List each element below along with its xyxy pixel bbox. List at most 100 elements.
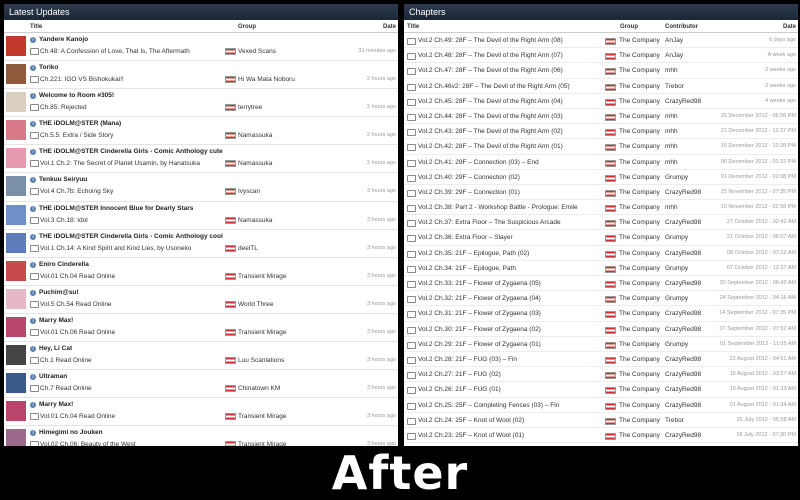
group-link[interactable]: Transient Mirage — [238, 273, 287, 280]
contributor-link[interactable]: mhh — [665, 128, 678, 135]
chapter-title-link[interactable]: Vol.2 Ch.48: 28F – The Devil of the Righ… — [418, 52, 563, 59]
chapter-link[interactable]: Ch.1 Read Online — [40, 357, 92, 364]
chapter-link[interactable]: Vol.1 Ch.2: The Secret of Planet Usamin,… — [40, 160, 200, 167]
chapter-link[interactable]: Ch.85: Rejected — [40, 104, 87, 111]
group-link[interactable]: The Company — [619, 234, 660, 241]
contributor-link[interactable]: Trebor — [665, 83, 684, 90]
group-link[interactable]: The Company — [619, 326, 660, 333]
chapter-link[interactable]: Vol.01 Ch.06 Read Online — [40, 329, 115, 336]
chapter-title-link[interactable]: Vol.2 Ch.43: 28F – The Devil of the Righ… — [418, 128, 563, 135]
info-icon[interactable]: i — [30, 65, 36, 72]
contributor-link[interactable]: Grumpy — [665, 234, 688, 241]
series-title-link[interactable]: Puchim@su! — [39, 289, 79, 296]
group-link[interactable]: The Company — [619, 204, 660, 211]
series-title-link[interactable]: Yandere Kanojo — [39, 36, 88, 43]
contributor-link[interactable]: mhh — [665, 159, 678, 166]
series-title-link[interactable]: Welcome to Room #305! — [39, 92, 114, 99]
chapter-title-link[interactable]: Vol.2 Ch.29: 21F – Flower of Zygaena (01… — [418, 341, 541, 348]
series-title-link[interactable]: Ultraman — [39, 373, 67, 380]
chapter-title-link[interactable]: Vol.2 Ch.28: 21F – FUG (03) – Fin — [418, 356, 517, 363]
contributor-link[interactable]: CrazyRed98 — [665, 356, 701, 363]
group-link[interactable]: The Company — [619, 250, 660, 257]
chapter-title-link[interactable]: Vol.2 Ch.24: 25F – Knot of Wool (02) — [418, 417, 524, 424]
group-link[interactable]: The Company — [619, 219, 660, 226]
series-thumbnail[interactable] — [6, 204, 26, 225]
group-link[interactable]: World Three — [238, 301, 274, 308]
info-icon[interactable]: i — [30, 430, 36, 437]
series-title-link[interactable]: Hey, Li Cat — [39, 345, 72, 352]
info-icon[interactable]: i — [30, 121, 36, 128]
chapter-link[interactable]: Ch.5.5: Extra / Side Story — [40, 132, 113, 139]
chapter-title-link[interactable]: Vol.2 Ch.39: 29F – Connection (01) — [418, 189, 520, 196]
contributor-link[interactable]: CrazyRed98 — [665, 250, 701, 257]
series-thumbnail[interactable] — [6, 260, 26, 281]
group-link[interactable]: The Company — [619, 402, 660, 409]
info-icon[interactable]: i — [30, 37, 36, 43]
contributor-link[interactable]: CrazyRed98 — [665, 326, 701, 333]
series-title-link[interactable]: Marry Max! — [39, 401, 73, 408]
contributor-link[interactable]: CrazyRed98 — [665, 98, 701, 105]
series-thumbnail[interactable] — [6, 64, 26, 85]
series-thumbnail[interactable] — [6, 120, 26, 141]
group-link[interactable]: terrytree — [238, 104, 262, 111]
series-thumbnail[interactable] — [6, 316, 26, 337]
series-title-link[interactable]: Marry Max! — [39, 317, 73, 324]
series-thumbnail[interactable] — [6, 232, 26, 253]
chapter-title-link[interactable]: Vol.2 Ch.45: 28F – The Devil of the Righ… — [418, 98, 563, 105]
group-link[interactable]: Hi Wa Mata Noboru — [238, 76, 295, 83]
chapter-title-link[interactable]: Vol.2 Ch.26: 21F – FUG (01) — [418, 386, 501, 393]
series-thumbnail[interactable] — [6, 373, 26, 394]
contributor-link[interactable]: CrazyRed98 — [665, 280, 701, 287]
column-title[interactable]: Title — [30, 24, 42, 30]
series-title-link[interactable]: THE iDOLM@STER Cinderella Girls - Comic … — [39, 233, 223, 240]
group-link[interactable]: The Company — [619, 37, 660, 44]
contributor-link[interactable]: Grumpy — [665, 174, 688, 181]
chapter-title-link[interactable]: Vol.2 Ch.25: 25F – Completing Fences (03… — [418, 402, 559, 409]
column-group[interactable]: Group — [238, 24, 256, 30]
chapter-link[interactable]: Vol.1 Ch.14: A Kind Spirit and Kind Lies… — [40, 245, 191, 252]
contributor-link[interactable]: Grumpy — [665, 295, 688, 302]
column-date[interactable]: Date — [783, 24, 796, 30]
group-link[interactable]: The Company — [619, 386, 660, 393]
info-icon[interactable]: i — [30, 317, 36, 324]
info-icon[interactable]: i — [30, 93, 36, 100]
group-link[interactable]: Luu Scanlations — [238, 357, 284, 364]
chapter-title-link[interactable]: Vol.2 Ch.37: Extra Floor – The Suspiciou… — [418, 219, 561, 226]
contributor-link[interactable]: CrazyRed98 — [665, 219, 701, 226]
series-title-link[interactable]: Tenkuu Seiryuu — [39, 176, 87, 183]
column-title[interactable]: Title — [407, 24, 419, 30]
series-title-link[interactable]: THE iDOLM@STER Cinderella Girls - Comic … — [39, 148, 223, 155]
chapter-title-link[interactable]: Vol.2 Ch.30: 21F – Flower of Zygaena (02… — [418, 326, 541, 333]
group-link[interactable]: Vexed Scans — [238, 48, 276, 55]
contributor-link[interactable]: mhh — [665, 143, 678, 150]
group-link[interactable]: The Company — [619, 174, 660, 181]
series-thumbnail[interactable] — [6, 345, 26, 366]
chapter-link[interactable]: Ch.7 Read Online — [40, 385, 92, 392]
group-link[interactable]: The Company — [619, 128, 660, 135]
group-link[interactable]: The Company — [619, 52, 660, 59]
group-link[interactable]: The Company — [619, 417, 660, 424]
group-link[interactable]: deelTL — [238, 245, 258, 252]
chapter-link[interactable]: Vol.3 Ch.18: Idol — [40, 217, 88, 224]
group-link[interactable]: The Company — [619, 280, 660, 287]
contributor-link[interactable]: Grumpy — [665, 341, 688, 348]
group-link[interactable]: The Company — [619, 143, 660, 150]
series-title-link[interactable]: THE iDOLM@STER (Mana) — [39, 120, 121, 127]
column-contributor[interactable]: Contributor — [665, 24, 698, 30]
series-title-link[interactable]: Eniro Cinderella — [39, 261, 89, 268]
group-link[interactable]: The Company — [619, 98, 660, 105]
group-link[interactable]: The Company — [619, 265, 660, 272]
chapter-link[interactable]: Vol.01 Ch.04 Read Online — [40, 273, 115, 280]
series-thumbnail[interactable] — [6, 36, 26, 56]
contributor-link[interactable]: CrazyRed98 — [665, 402, 701, 409]
group-link[interactable]: The Company — [619, 159, 660, 166]
contributor-link[interactable]: Trebor — [665, 417, 684, 424]
chapter-title-link[interactable]: Vol.2 Ch.46v2: 28F – The Devil of the Ri… — [418, 83, 570, 90]
contributor-link[interactable]: AnJay — [665, 52, 683, 59]
group-link[interactable]: The Company — [619, 371, 660, 378]
chapter-title-link[interactable]: Vol.2 Ch.42: 28F – The Devil of the Righ… — [418, 143, 563, 150]
group-link[interactable]: Namassuka — [238, 217, 272, 224]
contributor-link[interactable]: CrazyRed98 — [665, 386, 701, 393]
column-group[interactable]: Group — [620, 24, 638, 30]
group-link[interactable]: Transient Mirage — [238, 413, 287, 420]
